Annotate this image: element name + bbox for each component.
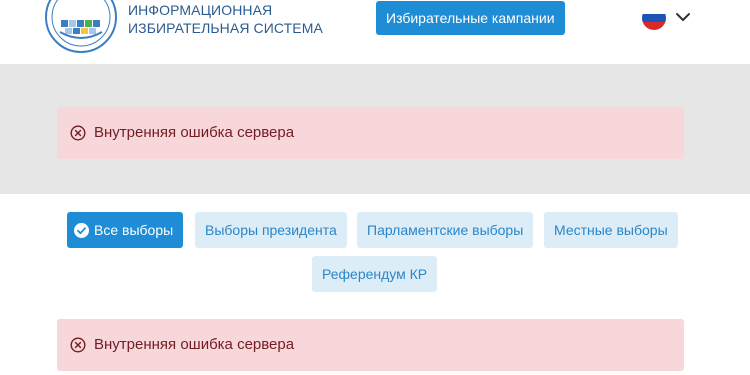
filter-parliamentary-elections[interactable]: Парламентские выборы xyxy=(357,212,534,248)
filter-label: Все выборы xyxy=(94,222,174,238)
language-selector[interactable] xyxy=(642,6,692,30)
brand-line-2: ИЗБИРАТЕЛЬНАЯ СИСТЕМА xyxy=(128,20,323,36)
alert-message: Внутренняя ошибка сервера xyxy=(94,124,295,141)
alert-message: Внутренняя ошибка сервера xyxy=(94,336,295,353)
russia-flag-icon xyxy=(642,6,666,30)
filter-presidential-elections[interactable]: Выборы президента xyxy=(195,212,347,248)
circle-x-icon xyxy=(70,337,86,353)
filter-local-elections[interactable]: Местные выборы xyxy=(544,212,678,248)
site-header: ИНФОРМАЦИОННАЯ ИЗБИРАТЕЛЬНАЯ СИСТЕМА Изб… xyxy=(0,0,750,64)
server-error-alert-top: Внутренняя ошибка сервера xyxy=(57,107,684,159)
filter-referendum[interactable]: Референдум КР xyxy=(312,256,438,292)
filter-all-elections[interactable]: Все выборы xyxy=(67,212,184,248)
brand-title[interactable]: ИНФОРМАЦИОННАЯ ИЗБИРАТЕЛЬНАЯ СИСТЕМА xyxy=(128,1,323,37)
server-error-alert-bottom: Внутренняя ошибка сервера xyxy=(57,319,684,371)
chevron-down-icon xyxy=(676,13,690,21)
election-campaigns-button[interactable]: Избирательные кампании xyxy=(376,1,565,35)
check-circle-icon xyxy=(74,223,89,238)
circle-x-icon xyxy=(70,125,86,141)
election-system-logo[interactable] xyxy=(44,0,118,54)
brand-line-1: ИНФОРМАЦИОННАЯ xyxy=(128,2,273,18)
